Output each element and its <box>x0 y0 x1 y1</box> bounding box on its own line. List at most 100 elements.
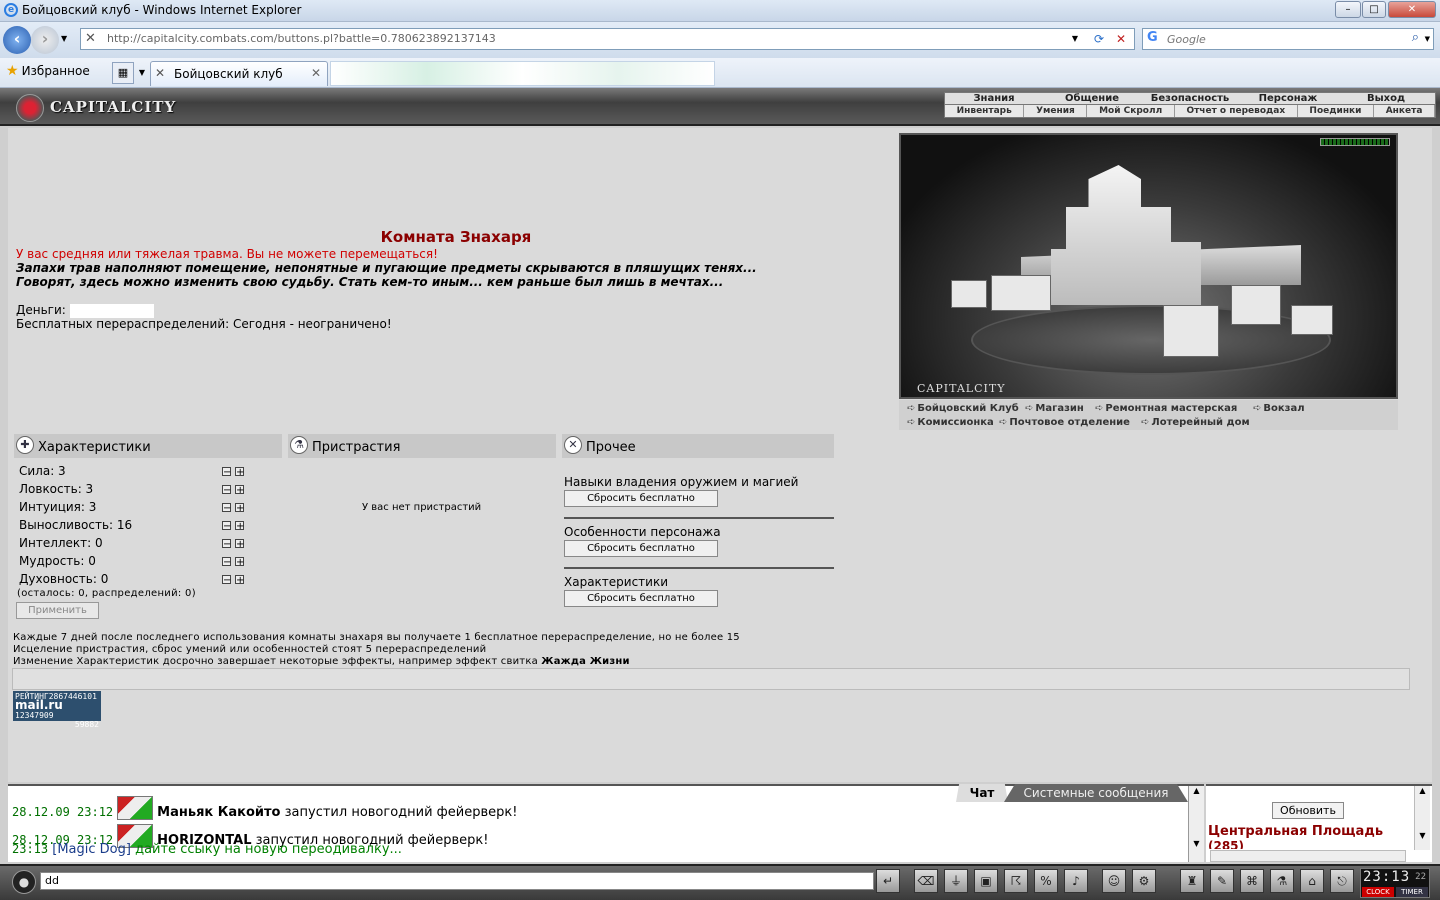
minus-icon[interactable]: − <box>222 485 231 496</box>
link-station[interactable]: ➪ Вокзал <box>1253 403 1305 414</box>
chat-input[interactable]: dd <box>40 872 874 890</box>
minus-icon[interactable]: − <box>222 539 231 550</box>
apply-button[interactable]: Применить <box>16 602 99 619</box>
plus-icon[interactable]: + <box>235 503 244 514</box>
endurance-adjust: − + <box>222 521 248 532</box>
link-shop[interactable]: ➪ Магазин <box>1025 403 1084 414</box>
timer-label[interactable]: TIMER <box>1396 887 1428 897</box>
tab-close-icon[interactable]: ✕ <box>311 66 321 80</box>
minus-icon[interactable]: − <box>222 521 231 532</box>
tab-system-messages[interactable]: Системные сообщения <box>1004 784 1188 802</box>
tab-fight-club[interactable]: ✕ Бойцовский клуб ✕ <box>150 61 328 86</box>
link-repair[interactable]: ➪ Ремонтная мастерская <box>1095 403 1237 414</box>
scroll-up-icon[interactable]: ▲ <box>1415 786 1430 795</box>
mailru-counter[interactable]: РЕЙТИНГ2867446101 mail.ru 12347909 59882 <box>13 691 101 729</box>
run-icon[interactable]: ☈ <box>1004 869 1028 893</box>
menu-character[interactable]: Персонаж <box>1239 93 1337 104</box>
address-dropdown-icon[interactable]: ▼ <box>1066 30 1084 48</box>
reset-features-button[interactable]: Сбросить бесплатно <box>564 540 718 557</box>
link-commission[interactable]: ➪ Комиссионка <box>907 417 994 428</box>
home-icon[interactable]: ⌂ <box>1300 869 1324 893</box>
menu-security[interactable]: Безопасность <box>1141 93 1239 104</box>
building-church[interactable] <box>1163 305 1219 357</box>
tab-list-icon[interactable]: ▼ <box>135 62 149 84</box>
menu-communication[interactable]: Общение <box>1043 93 1141 104</box>
close-window-button[interactable]: ✕ <box>1388 1 1436 18</box>
tab-label: Бойцовский клуб <box>174 67 283 81</box>
section-addictions-label: Пристрастия <box>312 440 401 455</box>
vertical-scrollbar[interactable]: ▲ ▼ <box>1414 786 1430 850</box>
filter-icon[interactable]: ⏚ <box>944 869 968 893</box>
city-map[interactable]: CAPITALCITY <box>899 133 1398 399</box>
tab-chat[interactable]: Чат <box>956 784 1008 802</box>
plus-icon[interactable]: + <box>235 485 244 496</box>
scroll-down-icon[interactable]: ▼ <box>1415 831 1430 840</box>
search-icon[interactable]: ⌕ <box>1412 30 1419 45</box>
save-icon[interactable]: ▣ <box>974 869 998 893</box>
sound-icon[interactable]: ♪ <box>1064 869 1088 893</box>
bag-icon[interactable]: ♜ <box>1180 869 1204 893</box>
address-bar[interactable]: ✕ http://capitalcity.combats.com/buttons… <box>80 28 1135 50</box>
menu-exit[interactable]: Выход <box>1337 93 1435 104</box>
horizontal-scrollbar[interactable] <box>1210 850 1406 862</box>
maximize-button[interactable]: □ <box>1362 1 1386 18</box>
chat-scrollbar[interactable]: ▲ ▼ <box>1188 786 1204 862</box>
minus-icon[interactable]: − <box>222 557 231 568</box>
chat-user[interactable]: [Magic Dog] <box>52 842 131 857</box>
favorites-button[interactable]: ★ Избранное <box>6 63 90 79</box>
potion-icon[interactable]: ⚗ <box>1270 869 1294 893</box>
map-icon[interactable]: ⌘ <box>1240 869 1264 893</box>
building-post[interactable] <box>1231 285 1281 325</box>
submenu-scroll[interactable]: Мой Скролл <box>1087 105 1175 117</box>
submenu-inventory[interactable]: Инвентарь <box>945 105 1025 117</box>
character-features-label: Особенности персонажа <box>564 525 721 539</box>
refresh-icon[interactable]: ⟳ <box>1090 30 1108 48</box>
minus-icon[interactable]: − <box>222 575 231 586</box>
search-box[interactable]: G Google ⌕ ▼ <box>1142 28 1434 50</box>
plus-icon[interactable]: + <box>235 557 244 568</box>
building-lottery[interactable] <box>1291 305 1333 335</box>
building-shop[interactable] <box>951 280 987 308</box>
plus-icon[interactable]: + <box>235 575 244 586</box>
smiley-icon[interactable]: ☺ <box>1102 869 1126 893</box>
history-dropdown-icon[interactable]: ▼ <box>61 34 67 43</box>
scroll-icon[interactable]: ✎ <box>1210 869 1234 893</box>
menu-knowledge[interactable]: Знания <box>945 93 1043 104</box>
minus-icon[interactable]: − <box>222 467 231 478</box>
link-lottery[interactable]: ➪ Лотерейный дом <box>1141 417 1250 428</box>
clock-label[interactable]: CLOCK <box>1362 887 1394 897</box>
new-tab-area[interactable] <box>330 61 715 86</box>
settings-icon[interactable]: ⚙ <box>1132 869 1156 893</box>
plus-icon[interactable]: + <box>235 467 244 478</box>
castle-building[interactable] <box>1051 165 1201 305</box>
forward-button[interactable]: › <box>31 26 59 54</box>
translit-icon[interactable]: % <box>1034 869 1058 893</box>
eraser-icon[interactable]: ⌫ <box>914 869 938 893</box>
submenu-skills[interactable]: Умения <box>1024 105 1088 117</box>
quick-tabs-icon[interactable]: ▦ <box>112 62 134 84</box>
scroll-down-icon[interactable]: ▼ <box>1189 839 1204 848</box>
stop-icon[interactable]: ✕ <box>1112 30 1130 48</box>
refresh-button[interactable]: Обновить <box>1272 802 1344 819</box>
reset-characteristics-button[interactable]: Сбросить бесплатно <box>564 590 718 607</box>
link-fight-club[interactable]: ➪ Бойцовский Клуб <box>907 403 1019 414</box>
submenu-profile[interactable]: Анкета <box>1374 105 1436 117</box>
link-post-office[interactable]: ➪ Почтовое отделение <box>999 417 1130 428</box>
exit-icon[interactable]: ⎋ <box>1330 869 1354 893</box>
chat-user[interactable]: Маньяк Какойто <box>157 805 280 820</box>
building-club[interactable] <box>991 275 1051 311</box>
minimize-button[interactable]: – <box>1335 1 1361 18</box>
plus-icon[interactable]: + <box>235 521 244 532</box>
search-options-icon[interactable]: ▼ <box>1425 35 1430 43</box>
submenu-transfers[interactable]: Отчет о переводах <box>1175 105 1298 117</box>
minus-icon[interactable]: − <box>222 503 231 514</box>
chat-mode-icon[interactable]: ● <box>12 870 36 894</box>
send-icon[interactable]: ↵ <box>876 869 900 893</box>
reset-weapon-skills-button[interactable]: Сбросить бесплатно <box>564 490 718 507</box>
back-button[interactable]: ‹ <box>3 26 31 54</box>
scroll-up-icon[interactable]: ▲ <box>1189 786 1204 795</box>
stats-icon: ✚ <box>16 436 34 454</box>
submenu-fights[interactable]: Поединки <box>1298 105 1375 117</box>
weapon-skills-label: Навыки владения оружием и магией <box>564 475 799 489</box>
plus-icon[interactable]: + <box>235 539 244 550</box>
